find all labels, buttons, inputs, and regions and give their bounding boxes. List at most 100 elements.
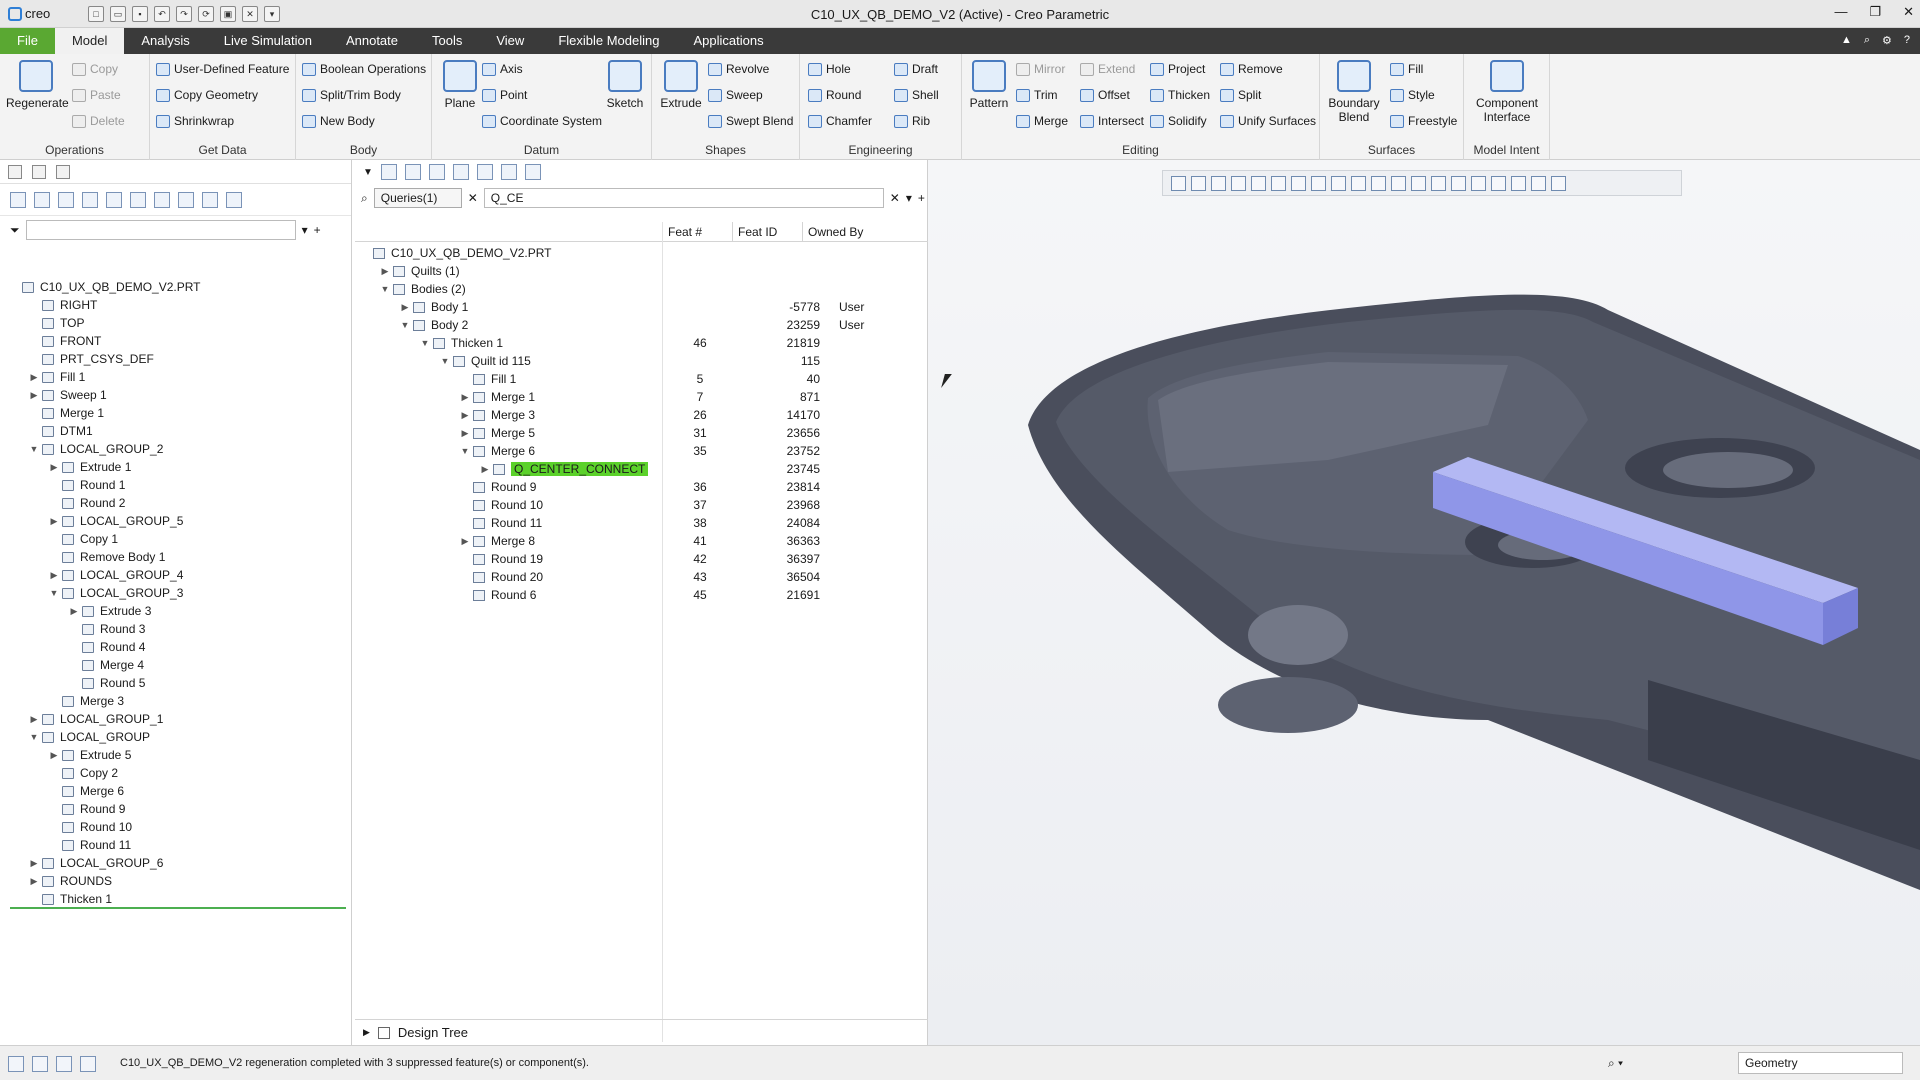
tree-settings-icon[interactable] bbox=[10, 191, 26, 208]
group-label[interactable]: Model Intent bbox=[1464, 143, 1549, 157]
tree-row[interactable]: Merge 1 bbox=[0, 404, 352, 422]
message-log-icon[interactable] bbox=[80, 1056, 96, 1072]
expand-toggle-icon[interactable]: ▶ bbox=[479, 464, 491, 475]
style-button[interactable]: Style bbox=[1390, 88, 1435, 102]
expand-design-tree-icon[interactable]: ▶ bbox=[363, 1027, 370, 1038]
coordinate-system-button[interactable]: Coordinate System bbox=[482, 114, 602, 128]
group-label[interactable]: Body bbox=[296, 143, 431, 157]
tab-file[interactable]: File bbox=[0, 28, 55, 54]
tree-row[interactable]: Round 9 bbox=[0, 800, 352, 818]
query-row-item[interactable]: ▶ Quilts (1) bbox=[355, 262, 928, 280]
restore-icon[interactable]: ❐ bbox=[1869, 4, 1881, 20]
tree-row[interactable]: ▶ LOCAL_GROUP_1 bbox=[0, 710, 352, 728]
query-settings-icon[interactable] bbox=[380, 164, 397, 180]
query-row-item[interactable]: Round 6 45 21691 bbox=[355, 586, 928, 604]
col-owned-by[interactable]: Owned By bbox=[808, 225, 863, 239]
query-row-item[interactable]: Round 20 43 36504 bbox=[355, 568, 928, 586]
collapse-ribbon-icon[interactable]: ▲ bbox=[1841, 34, 1852, 47]
query-row-item[interactable]: C10_UX_QB_DEMO_V2.PRT bbox=[355, 244, 928, 262]
split-button[interactable]: Split bbox=[1220, 88, 1261, 102]
tree-row[interactable]: Round 5 bbox=[0, 674, 352, 692]
expand-toggle-icon[interactable]: ▶ bbox=[459, 392, 471, 403]
tab-flexible-modeling[interactable]: Flexible Modeling bbox=[541, 28, 676, 54]
tree-row[interactable]: ▼ LOCAL_GROUP_3 bbox=[0, 584, 352, 602]
query-row-item[interactable]: ▶ Merge 8 41 36363 bbox=[355, 532, 928, 550]
query-row-item[interactable]: ▼ Quilt id 115 115 bbox=[355, 352, 928, 370]
revolve-button[interactable]: Revolve bbox=[708, 62, 769, 76]
expand-toggle-icon[interactable]: ▼ bbox=[379, 284, 391, 294]
column-icon[interactable] bbox=[452, 164, 469, 180]
tab-applications[interactable]: Applications bbox=[676, 28, 780, 54]
favorites-tab-icon[interactable] bbox=[56, 164, 70, 179]
round-button[interactable]: Round bbox=[808, 88, 861, 102]
tree-row[interactable]: Merge 3 bbox=[0, 692, 352, 710]
table-icon[interactable] bbox=[524, 164, 541, 180]
queries-dropdown[interactable]: Queries(1) bbox=[373, 188, 462, 208]
tree-row[interactable]: FRONT bbox=[0, 332, 352, 350]
tree-row[interactable]: Merge 4 bbox=[0, 656, 352, 674]
expand-toggle-icon[interactable]: ▼ bbox=[419, 338, 431, 348]
expand-toggle-icon[interactable]: ▼ bbox=[399, 320, 411, 330]
expand-toggle-icon[interactable]: ▶ bbox=[28, 858, 40, 869]
expand-toggle-icon[interactable]: ▶ bbox=[459, 410, 471, 421]
group-label[interactable]: Shapes bbox=[652, 143, 799, 157]
save-icon[interactable]: ▪ bbox=[132, 5, 148, 22]
tree-row[interactable]: ▶ Fill 1 bbox=[0, 368, 352, 386]
col-feat-num[interactable]: Feat # bbox=[668, 225, 702, 239]
filter-tree-icon[interactable] bbox=[130, 191, 146, 208]
undo-icon[interactable]: ↶ bbox=[154, 5, 170, 22]
extend-button[interactable]: Extend bbox=[1080, 62, 1135, 76]
expand-toggle-icon[interactable]: ▶ bbox=[28, 714, 40, 725]
boolean-operations-button[interactable]: Boolean Operations bbox=[302, 62, 426, 76]
hole-button[interactable]: Hole bbox=[808, 62, 851, 76]
group-label[interactable]: Datum bbox=[432, 143, 651, 157]
tree-row[interactable]: PRT_CSYS_DEF bbox=[0, 350, 352, 368]
query-row-item[interactable]: ▼ Thicken 1 46 21819 bbox=[355, 334, 928, 352]
query-row-item[interactable]: Round 19 42 36397 bbox=[355, 550, 928, 568]
chamfer-button[interactable]: Chamfer bbox=[808, 114, 872, 128]
list-icon[interactable] bbox=[404, 164, 421, 180]
intersect-button[interactable]: Intersect bbox=[1080, 114, 1144, 128]
filter-dropdown-icon[interactable]: ▾ bbox=[302, 223, 308, 237]
tree-row[interactable]: Remove Body 1 bbox=[0, 548, 352, 566]
regenerate-button[interactable]: Regenerate bbox=[6, 60, 69, 110]
show-navigator-icon[interactable] bbox=[8, 1056, 24, 1072]
query-dropdown-icon[interactable]: ▾ bbox=[906, 191, 912, 205]
sketch-button[interactable]: Sketch bbox=[602, 60, 648, 110]
close-icon[interactable]: ✕ bbox=[1903, 4, 1914, 20]
tree-row[interactable]: ▶ LOCAL_GROUP_6 bbox=[0, 854, 352, 872]
under-dome[interactable] bbox=[1218, 677, 1358, 733]
tree-row[interactable]: Round 10 bbox=[0, 818, 352, 836]
folder-browser-tab-icon[interactable] bbox=[32, 164, 46, 179]
clear-input-icon[interactable]: ✕ bbox=[890, 191, 900, 205]
tab-annotate[interactable]: Annotate bbox=[329, 28, 415, 54]
expand-toggle-icon[interactable]: ▶ bbox=[48, 750, 60, 761]
expand-toggle-icon[interactable]: ▶ bbox=[459, 428, 471, 439]
tree-row[interactable]: ▶ ROUNDS bbox=[0, 872, 352, 890]
group-label[interactable]: Editing bbox=[962, 143, 1319, 157]
expand-toggle-icon[interactable]: ▶ bbox=[48, 516, 60, 527]
tree-row[interactable]: Round 4 bbox=[0, 638, 352, 656]
paste-button[interactable]: Paste bbox=[72, 88, 121, 102]
tree-row[interactable]: ▶ Extrude 5 bbox=[0, 746, 352, 764]
quilts-icon[interactable] bbox=[500, 164, 517, 180]
tree-row[interactable]: ▶ LOCAL_GROUP_5 bbox=[0, 512, 352, 530]
new-file-icon[interactable]: □ bbox=[88, 5, 104, 22]
pattern-button[interactable]: Pattern bbox=[966, 60, 1012, 110]
hole-right-inner[interactable] bbox=[1663, 452, 1793, 488]
axis-button[interactable]: Axis bbox=[482, 62, 523, 76]
tree-row[interactable]: ▶ Extrude 3 bbox=[0, 602, 352, 620]
unify-surfaces-button[interactable]: Unify Surfaces bbox=[1220, 114, 1316, 128]
regenerate-icon[interactable]: ⟳ bbox=[198, 5, 214, 22]
fill-button[interactable]: Fill bbox=[1390, 62, 1423, 76]
tree-row[interactable]: Round 2 bbox=[0, 494, 352, 512]
tree-columns-icon[interactable] bbox=[226, 191, 242, 208]
expand-toggle-icon[interactable]: ▶ bbox=[28, 390, 40, 401]
expand-toggle-icon[interactable]: ▶ bbox=[459, 536, 471, 547]
expand-toggle-icon[interactable]: ▶ bbox=[28, 876, 40, 887]
query-row-item[interactable]: ▼ Bodies (2) bbox=[355, 280, 928, 298]
expand-toggle-icon[interactable]: ▼ bbox=[48, 588, 60, 598]
tree-icon[interactable] bbox=[428, 164, 445, 180]
full-screen-icon[interactable] bbox=[56, 1056, 72, 1072]
component-interface-button[interactable]: Component Interface bbox=[1468, 60, 1546, 124]
